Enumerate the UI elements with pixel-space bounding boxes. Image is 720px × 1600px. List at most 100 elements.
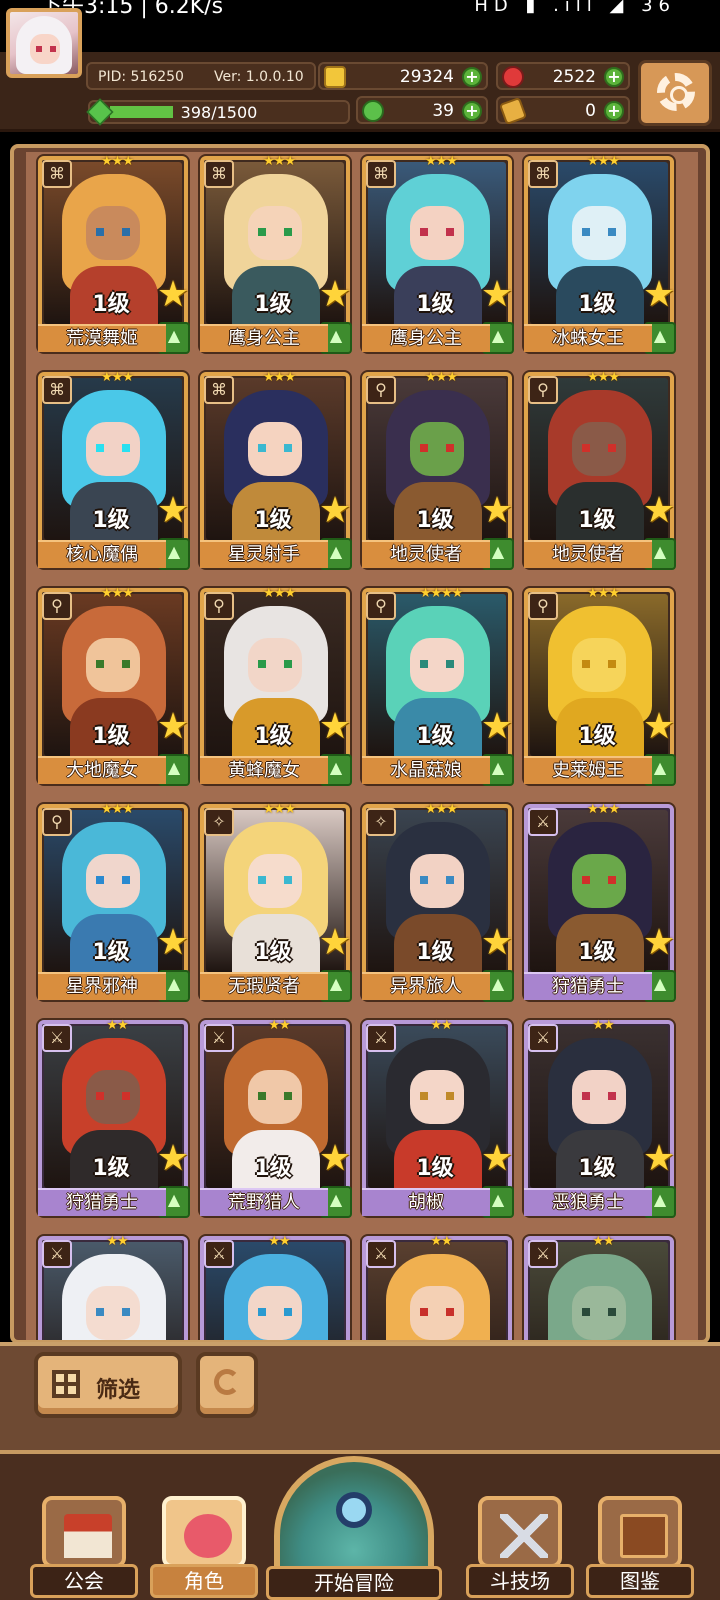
class-icon: ⌘: [42, 160, 72, 188]
settings-button[interactable]: [638, 60, 712, 126]
nav-codex[interactable]: 图鉴: [586, 1496, 694, 1600]
class-icon: ⚔: [42, 1240, 72, 1268]
rarity-stars: ★★: [268, 1234, 290, 1249]
character-card[interactable]: ⚔ ★★★ 1级 ★ ▲ 狩猎勇士: [524, 802, 676, 1002]
character-card[interactable]: ⌘ ★★★ 1级 ★ ▲ 核心魔偶: [38, 370, 190, 570]
character-grid[interactable]: ⌘ ★★★ 1级 ★ ▲ 荒漠舞姬 ⌘ ★★★ 1级 ★ ▲ 鹰身公主 ⌘ ★★★ 1级 ★ ▲ 鹰身公主 ⌘ ★★★…: [26, 152, 698, 1340]
avatar-eye: [50, 46, 56, 52]
character-card[interactable]: ✧ ★★★ 1级 ★ ▲ 异界旅人: [362, 802, 514, 1002]
clover-icon: [362, 100, 384, 122]
star-upgrade-icon[interactable]: ★: [480, 277, 514, 314]
class-icon: ⚲: [204, 592, 234, 620]
portrait-eyes: [582, 228, 616, 236]
add-gold-button[interactable]: +: [462, 67, 482, 87]
class-icon: ⌘: [42, 376, 72, 404]
character-card[interactable]: ⚔ ★★ 1级 ★ ▲ 胡椒: [362, 1018, 514, 1218]
star-upgrade-icon[interactable]: ★: [318, 709, 352, 746]
portrait-eyes: [258, 660, 292, 668]
character-card[interactable]: ⚲ ★★★ 1级 ★ ▲ 史莱姆王: [524, 586, 676, 786]
class-icon: ⚲: [366, 376, 396, 404]
portrait-eyes: [258, 444, 292, 452]
nav-character[interactable]: 角色: [150, 1496, 258, 1600]
add-clover-button[interactable]: +: [462, 101, 482, 121]
ticket-value: 0: [585, 101, 596, 121]
character-card[interactable]: ⚲ ★★★ 1级 ★ ▲ 星界邪神: [38, 802, 190, 1002]
star-upgrade-icon[interactable]: ★: [156, 709, 190, 746]
class-icon: ⚔: [528, 1240, 558, 1268]
character-card[interactable]: ⚲ ★★★ 1级 ★ ▲ 地灵使者: [362, 370, 514, 570]
portrait-eyes: [96, 1308, 130, 1316]
experience-text: 398/1500: [180, 103, 258, 122]
character-card[interactable]: ⚔★★★▲: [362, 1234, 512, 1340]
character-name: 狩猎勇士: [38, 1188, 166, 1216]
character-card[interactable]: ⌘ ★★★ 1级 ★ ▲ 鹰身公主: [200, 154, 352, 354]
star-upgrade-icon[interactable]: ★: [318, 925, 352, 962]
character-card[interactable]: ⚲ ★★★★ 1级 ★ ▲ 水晶菇娘: [362, 586, 514, 786]
star-upgrade-icon[interactable]: ★: [156, 1141, 190, 1178]
class-icon: ✧: [366, 808, 396, 836]
player-avatar[interactable]: [6, 8, 82, 78]
star-upgrade-icon[interactable]: ★: [318, 493, 352, 530]
character-card[interactable]: ✧ ★★★ 1级 ★ ▲ 无瑕贤者: [200, 802, 352, 1002]
star-upgrade-icon[interactable]: ★: [642, 493, 676, 530]
refresh-button[interactable]: [196, 1352, 258, 1418]
character-card[interactable]: ⌘ ★★★ 1级 ★ ▲ 荒漠舞姬: [38, 154, 190, 354]
star-upgrade-icon[interactable]: ★: [156, 493, 190, 530]
character-card[interactable]: ⚔ ★★ 1级 ★ ▲ 荒野猎人: [200, 1018, 352, 1218]
rarity-stars: ★★★: [101, 802, 134, 817]
character-card[interactable]: ⚔ ★★ 1级 ★ ▲ 恶狼勇士: [524, 1018, 676, 1218]
character-name: 胡椒: [362, 1188, 490, 1216]
character-card[interactable]: ⌘ ★★★ 1级 ★ ▲ 冰蛛女王: [524, 154, 676, 354]
nav-guild[interactable]: 公会: [30, 1496, 138, 1600]
portrait-eyes: [96, 444, 130, 452]
star-upgrade-icon[interactable]: ★: [642, 277, 676, 314]
character-card[interactable]: ⚲ ★★★ 1级 ★ ▲ 大地魔女: [38, 586, 190, 786]
character-card[interactable]: ⚔★★★▲: [524, 1234, 674, 1340]
star-upgrade-icon[interactable]: ★: [642, 1141, 676, 1178]
rarity-stars: ★★★: [263, 586, 296, 601]
portrait-eyes: [420, 660, 454, 668]
star-upgrade-icon[interactable]: ★: [642, 709, 676, 746]
character-card[interactable]: ⌘ ★★★ 1级 ★ ▲ 鹰身公主: [362, 154, 514, 354]
guild-building-icon: [42, 1496, 126, 1568]
rarity-stars: ★★★: [101, 586, 134, 601]
add-gems-button[interactable]: +: [604, 67, 624, 87]
character-card[interactable]: ⚔★★★▲: [38, 1234, 188, 1340]
character-card[interactable]: ⚔ ★★ 1级 ★ ▲ 狩猎勇士: [38, 1018, 190, 1218]
character-name: 水晶菇娘: [362, 756, 490, 784]
star-upgrade-icon[interactable]: ★: [318, 277, 352, 314]
rarity-stars: ★★★: [101, 154, 134, 169]
character-card[interactable]: ⌘ ★★★ 1级 ★ ▲ 星灵射手: [200, 370, 352, 570]
rarity-stars: ★★: [592, 1018, 614, 1033]
character-name: 地灵使者: [362, 540, 490, 568]
rarity-stars: ★★★: [263, 154, 296, 169]
star-upgrade-icon[interactable]: ★: [156, 277, 190, 314]
nav-adventure[interactable]: 开始冒险: [266, 1456, 442, 1600]
star-upgrade-icon[interactable]: ★: [480, 925, 514, 962]
star-upgrade-icon[interactable]: ★: [480, 1141, 514, 1178]
gem-counter: 2522 +: [496, 62, 630, 90]
nav-arena[interactable]: 斗技场: [466, 1496, 574, 1600]
nav-arena-label: 斗技场: [466, 1564, 574, 1598]
character-name: 异界旅人: [362, 972, 490, 1000]
portrait-eyes: [258, 1092, 292, 1100]
rarity-stars: ★★★: [101, 370, 134, 385]
character-name: 恶狼勇士: [524, 1188, 652, 1216]
star-upgrade-icon[interactable]: ★: [480, 709, 514, 746]
rarity-stars: ★★★: [425, 154, 458, 169]
character-card[interactable]: ⚔★★★▲: [200, 1234, 350, 1340]
add-tickets-button[interactable]: +: [604, 101, 624, 121]
star-upgrade-icon[interactable]: ★: [642, 925, 676, 962]
gear-icon: [657, 73, 695, 111]
character-card[interactable]: ⚲ ★★★ 1级 ★ ▲ 地灵使者: [524, 370, 676, 570]
nav-adventure-label: 开始冒险: [266, 1566, 442, 1600]
status-bar: 下午3:15 | 6.2K/s HD ▮ .ıll ◢ 36: [0, 0, 720, 52]
filter-button[interactable]: 筛选: [34, 1352, 182, 1418]
character-card[interactable]: ⚲ ★★★ 1级 ★ ▲ 黄蜂魔女: [200, 586, 352, 786]
portrait-eyes: [420, 444, 454, 452]
star-upgrade-icon[interactable]: ★: [318, 1141, 352, 1178]
nav-codex-label: 图鉴: [586, 1564, 694, 1598]
character-name: 星灵射手: [200, 540, 328, 568]
star-upgrade-icon[interactable]: ★: [480, 493, 514, 530]
star-upgrade-icon[interactable]: ★: [156, 925, 190, 962]
